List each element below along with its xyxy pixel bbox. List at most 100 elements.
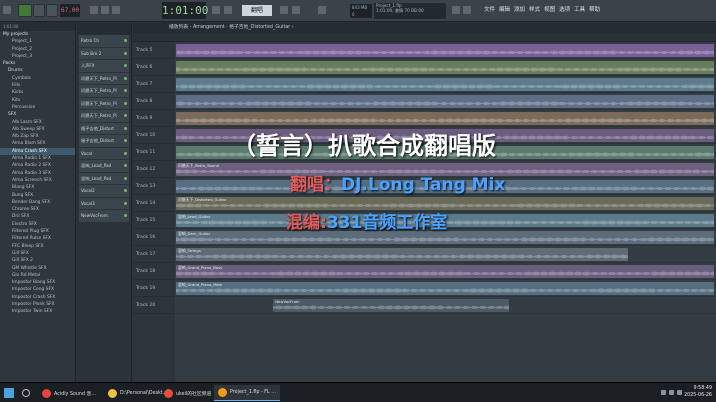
track-lane[interactable] [176, 93, 716, 110]
loop-icon[interactable] [101, 6, 109, 14]
channel-led-icon[interactable] [124, 51, 127, 55]
timeline-ruler[interactable] [133, 33, 716, 42]
channel-led-icon[interactable] [124, 201, 127, 205]
browser-file[interactable]: Alma Blam SFX [0, 140, 75, 147]
channel-button[interactable]: Vocal2 [79, 185, 129, 197]
browser-file[interactable]: Cymbals [0, 75, 75, 82]
channel-button[interactable]: 格子吉他_Distort [79, 135, 129, 147]
audio-clip[interactable]: 混响_Grand_Piano_Main [176, 282, 714, 295]
audio-clip[interactable] [176, 78, 714, 91]
channel-button[interactable]: NewVocFrom [79, 210, 129, 222]
track-header[interactable]: Track 18 [133, 263, 175, 280]
audio-clip[interactable] [176, 61, 714, 74]
menu-tools[interactable]: 工具 [574, 5, 585, 13]
pitch-knob-icon[interactable] [280, 6, 288, 14]
browser-file[interactable]: Impostor Cong SFX [0, 286, 75, 293]
channel-button[interactable]: 混响_Lead_Pad [79, 160, 129, 172]
menu-patterns[interactable]: 样式 [529, 5, 540, 13]
windows-start-icon[interactable] [4, 388, 14, 398]
channel-button[interactable]: 混响_Lead_Pad [79, 172, 129, 184]
channel-led-icon[interactable] [124, 126, 127, 130]
browser-file[interactable]: Impostor Crash SFX [0, 294, 75, 301]
browser-file[interactable]: Alma Screech SFX [0, 177, 75, 184]
browser-file[interactable]: Gill SFX [0, 250, 75, 257]
pattern-mode-icon[interactable] [212, 6, 220, 14]
browser-file[interactable]: Impostor Twin SFX [0, 308, 75, 315]
track-header[interactable]: Track 11 [133, 144, 175, 161]
menu-options[interactable]: 选项 [559, 5, 570, 13]
track-header[interactable]: Track 13 [133, 178, 175, 195]
snap-icon[interactable] [112, 6, 120, 14]
track-lane[interactable]: 混响_Strings [176, 246, 716, 263]
browser-file[interactable]: Bung SFX [0, 192, 75, 199]
channel-led-icon[interactable] [124, 114, 127, 117]
browser-file[interactable]: Alma Radio 3 SFX [0, 170, 75, 177]
network-icon[interactable] [661, 390, 666, 395]
record-button[interactable] [46, 4, 58, 17]
browser-file[interactable]: GM Whistle SFX [0, 265, 75, 272]
track-header[interactable]: Track 10 [133, 127, 175, 144]
browser-folder[interactable]: SFX [0, 111, 75, 118]
channel-led-icon[interactable] [124, 89, 127, 92]
mixer-icon[interactable] [452, 6, 460, 14]
browser-file[interactable]: Gill SFX 2 [0, 257, 75, 264]
track-lane[interactable] [176, 76, 716, 93]
menu-edit[interactable]: 编辑 [499, 5, 510, 13]
channel-button[interactable]: 问鼎天下_Retro_Pi [79, 72, 129, 84]
menu-view[interactable]: 视图 [544, 5, 555, 13]
taskbar-app[interactable]: ukeil的社区频道 [160, 385, 215, 401]
channel-button[interactable]: Sub Bro 2 [79, 47, 129, 59]
browser-file[interactable]: Alb Lasm SFX [0, 119, 75, 126]
taskbar-clock[interactable]: 9:58:49 2025-06-26 [684, 386, 712, 399]
channel-button[interactable]: Retro Ch [79, 35, 129, 47]
menu-icon[interactable] [3, 6, 11, 14]
browser-file[interactable]: Project_3 [0, 53, 75, 60]
track-header[interactable]: Track 5 [133, 42, 175, 59]
track-lane[interactable]: 混响_Grand_Piano_Bass [176, 263, 716, 280]
taskbar-app[interactable]: Project_1.flp - FL … [214, 385, 280, 401]
audio-clip[interactable] [176, 95, 714, 108]
audio-clip[interactable] [176, 112, 714, 125]
track-lane[interactable]: NewVocFrom [176, 297, 716, 314]
track-header[interactable]: Track 19 [133, 280, 175, 297]
track-header[interactable]: Track 12 [133, 161, 175, 178]
browser-file[interactable]: Impostor Blang SFX [0, 279, 75, 286]
channel-button[interactable]: 问鼎天下_Retro_Pi [79, 85, 129, 97]
browser-file[interactable]: Project_1 [0, 38, 75, 45]
tempo-display[interactable]: 67.00 [60, 4, 80, 17]
piano-roll-icon[interactable] [463, 6, 471, 14]
browser-file[interactable]: Chrome SFX [0, 206, 75, 213]
audio-clip[interactable]: 混响_Strings [176, 248, 628, 261]
menu-add[interactable]: 添加 [514, 5, 525, 13]
channel-led-icon[interactable] [124, 176, 127, 180]
channel-button[interactable]: Vocal [79, 147, 129, 159]
channel-led-icon[interactable] [124, 39, 127, 42]
channel-led-icon[interactable] [124, 101, 127, 105]
track-header[interactable]: Track 16 [133, 229, 175, 246]
browser-file[interactable]: Fills [0, 82, 75, 89]
browser-file[interactable]: Alma Radio 1 SFX [0, 155, 75, 162]
browser-file[interactable]: Percussion [0, 104, 75, 111]
channel-button[interactable]: 问鼎天下_Retro_Pi [79, 97, 129, 109]
browser-folder[interactable]: My projects [0, 31, 75, 38]
browser-folder[interactable]: Packs [0, 60, 75, 67]
browser-file[interactable]: Alma Crash SFX [0, 147, 75, 156]
metronome-icon[interactable] [90, 6, 98, 14]
pattern-selector[interactable]: 翻唱 [242, 5, 272, 16]
channel-button[interactable]: 格子吉他_Distort [79, 122, 129, 134]
stop-button[interactable] [33, 4, 45, 17]
volume-knob-icon[interactable] [292, 6, 300, 14]
channel-button[interactable]: 人声FX [79, 60, 129, 72]
search-icon[interactable] [22, 389, 30, 397]
channel-led-icon[interactable] [124, 76, 127, 80]
browser-file[interactable]: Alb Sweep SFX [0, 126, 75, 133]
browser-file[interactable]: Impostor Plonk SFX [0, 301, 75, 308]
browser-file[interactable]: Bender Bang SFX [0, 199, 75, 206]
channel-led-icon[interactable] [124, 189, 127, 192]
track-header[interactable]: Track 9 [133, 110, 175, 127]
audio-clip[interactable] [176, 44, 714, 57]
channel-led-icon[interactable] [124, 151, 127, 155]
browser-file[interactable]: Kits [0, 97, 75, 104]
channel-led-icon[interactable] [124, 64, 127, 67]
browser-file[interactable]: Electro SFX [0, 221, 75, 228]
